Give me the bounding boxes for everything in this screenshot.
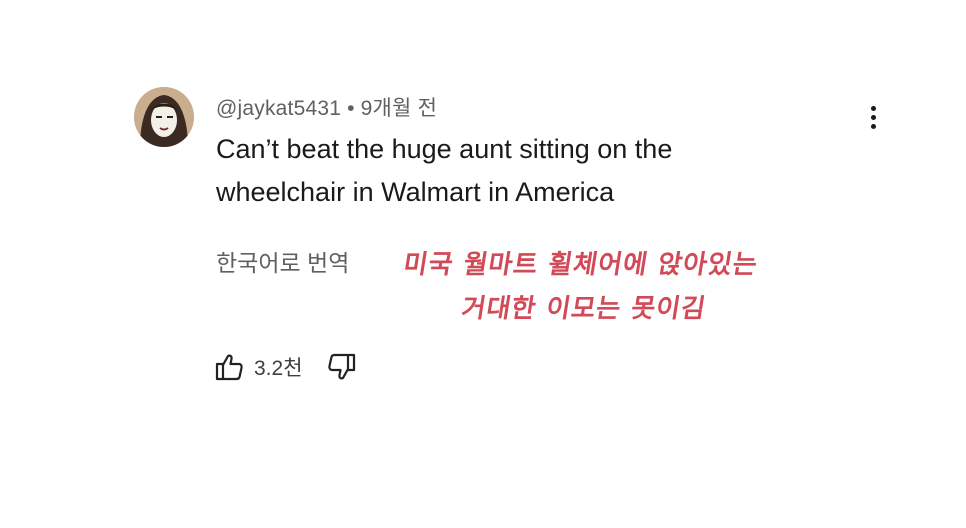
more-vertical-icon-dot: [870, 123, 876, 129]
thumbs-up-icon: [215, 354, 243, 381]
handwritten-annotation-line1: 미국 월마트 휠체어에 앉아있는: [401, 250, 761, 280]
avatar[interactable]: [134, 87, 194, 147]
comment-text: Can’t beat the huge aunt sitting on the …: [216, 128, 836, 214]
comment-text-line: Can’t beat the huge aunt sitting on the: [216, 134, 673, 164]
more-vertical-icon: [870, 105, 876, 111]
like-button[interactable]: [214, 352, 244, 382]
comment-actions: 3.2천: [214, 350, 357, 384]
handwritten-annotation-line2: 거대한 이모는 못이김: [459, 294, 709, 324]
dislike-button[interactable]: [327, 352, 357, 382]
comment-timestamp[interactable]: 9개월 전: [361, 97, 437, 120]
comment-username[interactable]: @jaykat5431: [216, 97, 341, 120]
page: @jaykat5431 • 9개월 전 Can’t beat the huge au…: [0, 0, 966, 528]
meta-separator: •: [347, 97, 355, 120]
like-count: 3.2천: [254, 357, 303, 380]
avatar-face-icon: [134, 87, 194, 147]
comment-meta: @jaykat5431 • 9개월 전: [216, 92, 437, 122]
more-options-button[interactable]: [862, 100, 884, 134]
more-vertical-icon-dot: [870, 114, 876, 120]
comment-text-line: wheelchair in Walmart in America: [216, 177, 615, 207]
thumbs-down-icon: [327, 353, 355, 380]
translate-link[interactable]: 한국어로 번역: [216, 244, 349, 278]
comment-item: @jaykat5431 • 9개월 전 Can’t beat the huge au…: [0, 0, 966, 528]
